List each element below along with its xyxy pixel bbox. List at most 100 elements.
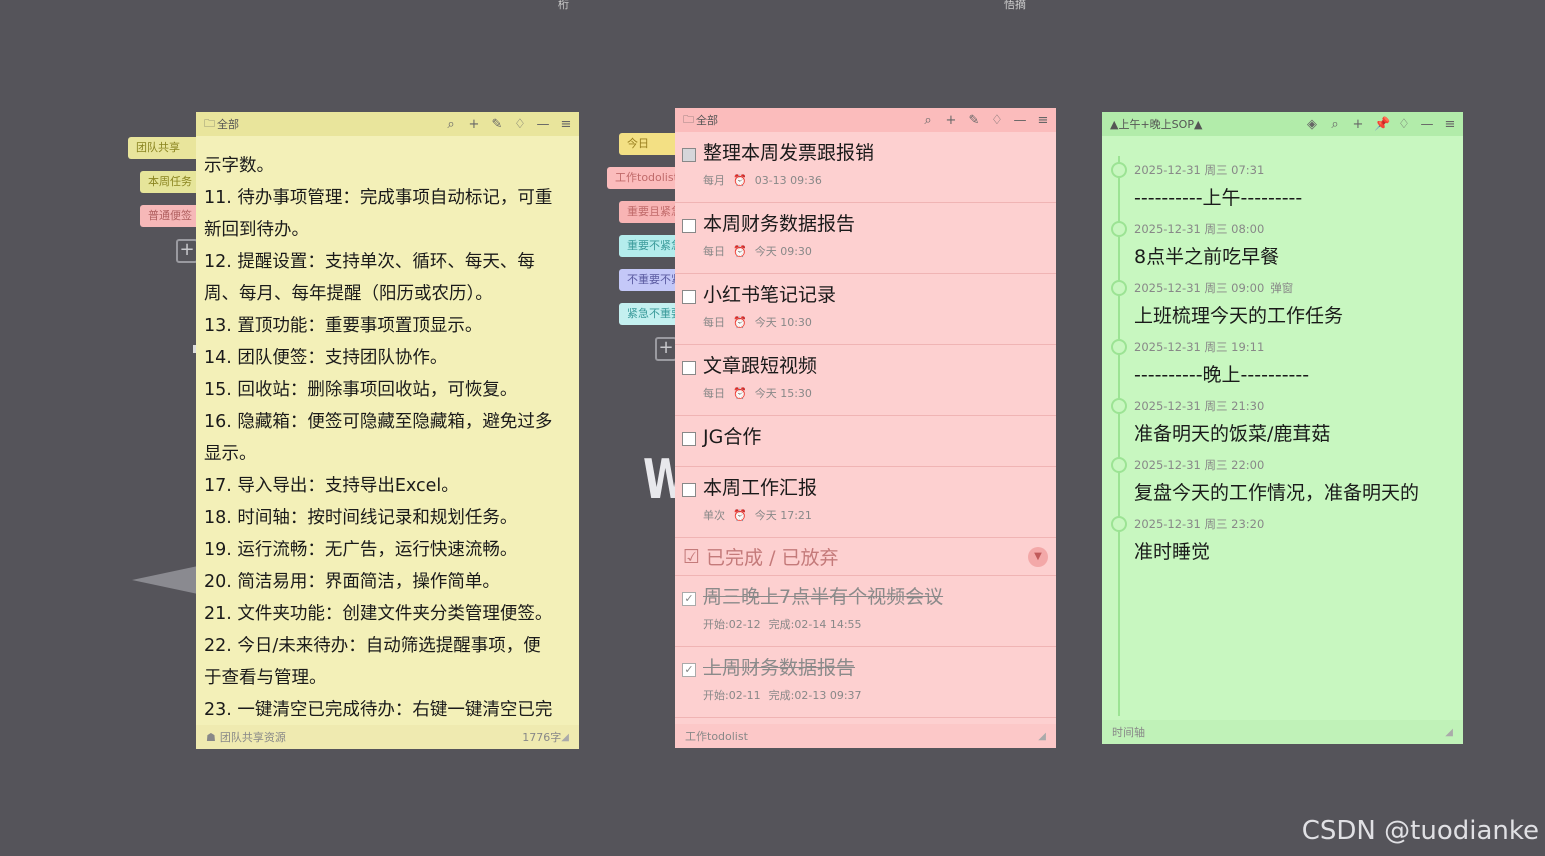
timeline-item[interactable]: 2025-12-31 周三 23:20 准时睡觉 [1102,502,1463,564]
note-content[interactable]: 示字数。 11. 待办事项管理：完成事项自动标记，可重 新回到待办。 12. 提醒设置… [204,150,571,718]
menu-icon[interactable]: ≡ [1443,117,1457,132]
background-arrow-shape [132,566,198,594]
note-line: 21. 文件夹功能：创建文件夹分类管理便签。 [204,604,553,624]
folder-tab[interactable]: 不重要不紧急 [619,269,675,291]
todo-checkbox[interactable] [682,148,696,162]
pin-icon[interactable]: 📌 [1374,117,1390,132]
todo-meta: 单次 ⏰ 今天 17:21 [703,507,1048,523]
note-line: 17. 导入导出：支持导出Excel。 [204,476,459,496]
note-line: 23. 一键清空已完成待办：右键一键清空已完 [204,700,553,718]
menu-icon[interactable]: ≡ [1036,113,1050,128]
timeline-item[interactable]: 2025-12-31 周三 22:00 复盘今天的工作情况，准备明天的 [1102,443,1463,505]
resize-grip-icon[interactable]: ◢ [1038,731,1046,742]
timeline-item[interactable]: 2025-12-31 周三 21:30 准备明天的饭菜/鹿茸菇 [1102,384,1463,446]
checked-box-icon: ☑ [683,545,701,568]
timeline-title[interactable]: ▲上午+晚上SOP▲ [1110,116,1305,132]
todo-item[interactable]: 本周财务数据报告 每日 ⏰ 今天 09:30 [675,203,1056,274]
todo-checkbox[interactable] [682,290,696,304]
folder-tab[interactable]: 团队共享 [128,137,196,159]
todo-text[interactable]: 小红书笔记记录 [703,282,1048,308]
timeline-dot [1111,457,1127,473]
timeline-text[interactable]: 上班梳理今天的工作任务 [1134,301,1463,328]
minimize-icon[interactable]: — [1013,113,1027,128]
todo-checkbox-checked[interactable]: ✓ [682,592,696,606]
reminder-time: 03-13 09:36 [754,174,822,187]
timeline-note-green[interactable]: ▲上午+晚上SOP▲ ◈ ⌕ + 📌 ♢ — ≡ 2025-12-31 周三 0… [1102,112,1463,744]
folder-tab[interactable]: 本周任务 [140,171,196,193]
folder-label[interactable]: 全部 [696,112,921,128]
pin-icon[interactable]: ✎ [490,117,504,132]
footer-label[interactable]: 工作todolist [685,728,748,744]
folder-tab[interactable]: 普通便签 [140,205,196,227]
todo-text[interactable]: JG合作 [703,424,1048,450]
todo-item[interactable]: 整理本周发票跟报销 每月 ⏰ 03-13 09:36 [675,132,1056,203]
reminder-time: 今天 09:30 [754,245,812,258]
note-line: 11. 待办事项管理：完成事项自动标记，可重 [204,188,553,208]
folder-tab[interactable]: 重要且紧急 [619,201,675,223]
todo-item[interactable]: 本周工作汇报单次 ⏰ 今天 17:21 [675,467,1056,538]
add-icon[interactable]: + [467,117,481,132]
todo-item[interactable]: 小红书笔记记录 每日 ⏰ 今天 10:30 [675,274,1056,345]
search-icon[interactable]: ⌕ [1328,117,1342,132]
todo-checkbox[interactable] [682,483,696,497]
timeline-item[interactable]: 2025-12-31 周三 09:00 弹窗 上班梳理今天的工作任务 [1102,266,1463,328]
note-titlebar[interactable]: 🗀 全部 ⌕ + ✎ ♢ — ≡ [675,108,1056,132]
completed-todo-item[interactable]: ✓ 上周财务数据报告 开始:02-11 完成:02-13 09:37 [675,647,1056,718]
folder-tab[interactable]: 今日 [619,133,675,155]
timeline-text[interactable]: ----------晚上---------- [1134,360,1463,387]
layers-icon[interactable]: ◈ [1305,117,1319,132]
skin-icon[interactable]: ♢ [513,117,527,132]
resize-grip-icon[interactable]: ◢ [1445,727,1453,738]
todo-text[interactable]: 周三晚上7点半有个视频会议 [703,584,1048,610]
note-titlebar[interactable]: 🗀 全部 ⌕ + ✎ ♢ — ≡ [196,112,579,136]
timeline-item[interactable]: 2025-12-31 周三 08:00 8点半之前吃早餐 [1102,207,1463,269]
search-icon[interactable]: ⌕ [921,113,935,128]
folder-tab[interactable]: 工作todolist [607,167,675,189]
todo-text[interactable]: 文章跟短视频 [703,353,1048,379]
completed-section-header[interactable]: ☑ 已完成 / 已放弃 ▼ [675,538,1056,576]
resize-grip-icon[interactable]: ◢ [561,732,569,743]
todo-text[interactable]: 本周财务数据报告 [703,211,1048,237]
timeline-text[interactable]: 准时睡觉 [1134,537,1463,564]
add-tab-button[interactable]: + [176,239,198,263]
folder-label[interactable]: 全部 [217,116,444,132]
timeline-item[interactable]: 2025-12-31 周三 19:11 ----------晚上---------… [1102,325,1463,387]
todo-text[interactable]: 上周财务数据报告 [703,655,1048,681]
todo-checkbox-checked[interactable]: ✓ [682,663,696,677]
todo-checkbox[interactable] [682,432,696,446]
timeline-text[interactable]: 准备明天的饭菜/鹿茸菇 [1134,419,1463,446]
skin-icon[interactable]: ♢ [990,113,1004,128]
search-icon[interactable]: ⌕ [444,117,458,132]
completed-todo-item[interactable]: ✓ 周三晚上7点半有个视频会议 开始:02-12 完成:02-14 14:55 [675,576,1056,647]
add-icon[interactable]: + [944,113,958,128]
watermark: CSDN @tuodianke [1301,816,1539,846]
footer-label[interactable]: 团队共享资源 [220,729,286,745]
skin-icon[interactable]: ♢ [1397,117,1411,132]
sticky-note-yellow[interactable]: 🗀 全部 ⌕ + ✎ ♢ — ≡ 示字数。 11. 待办事项管理：完成事项自动标记… [196,112,579,749]
note-titlebar[interactable]: ▲上午+晚上SOP▲ ◈ ⌕ + 📌 ♢ — ≡ [1102,112,1463,136]
footer-label[interactable]: 时间轴 [1112,724,1145,740]
minimize-icon[interactable]: — [1420,117,1434,132]
minimize-icon[interactable]: — [536,117,550,132]
start-date: 开始:02-11 [703,689,761,702]
todo-checkbox[interactable] [682,361,696,375]
stray-mark: 桁 [558,0,569,11]
timeline-item[interactable]: 2025-12-31 周三 07:31 ----------上午--------- [1102,148,1463,210]
todo-checkbox[interactable] [682,219,696,233]
timeline-text[interactable]: ----------上午--------- [1134,183,1463,210]
chevron-down-icon[interactable]: ▼ [1028,546,1048,567]
todo-item[interactable]: JG合作 [675,416,1056,467]
folder-tab[interactable]: 重要不紧急 [619,235,675,257]
timeline-text[interactable]: 复盘今天的工作情况，准备明天的 [1134,478,1463,505]
repeat-label: 每日 [703,245,725,258]
add-icon[interactable]: + [1351,117,1365,132]
add-tab-button[interactable]: + [655,337,677,361]
todo-text[interactable]: 本周工作汇报 [703,475,1048,501]
folder-tab[interactable]: 紧急不重要 [619,303,675,325]
menu-icon[interactable]: ≡ [559,117,573,132]
timeline-text[interactable]: 8点半之前吃早餐 [1134,242,1463,269]
pin-icon[interactable]: ✎ [967,113,981,128]
todo-text[interactable]: 整理本周发票跟报销 [703,140,1048,166]
todo-item[interactable]: 文章跟短视频 每日 ⏰ 今天 15:30 [675,345,1056,416]
todo-note-red[interactable]: 🗀 全部 ⌕ + ✎ ♢ — ≡ 整理本周发票跟报销 每月 ⏰ 03-13 09:36… [675,108,1056,748]
